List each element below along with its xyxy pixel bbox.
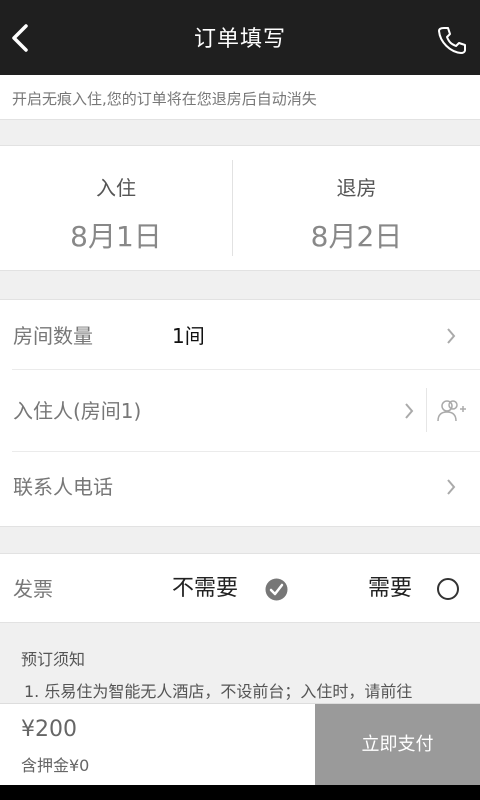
order-form-list: 房间数量 1间 入住人(房间1) 联系人电话 [0,299,480,527]
chevron-right-icon [446,475,460,499]
guest-divider [426,388,427,432]
checkin-date-selector[interactable]: 入住 8月1日 [0,146,232,270]
radio-unchecked-icon[interactable] [437,578,459,600]
booking-notice: 预订须知 1. 乐易住为智能无人酒店，不设前台；入住时，请前往 [0,623,480,703]
invoice-row: 发票 不需要 需要 [0,553,480,623]
invoice-option-no[interactable]: 不需要 [172,554,238,624]
bottom-edge [0,785,480,800]
contact-phone-label: 联系人电话 [13,475,113,499]
add-guest-button[interactable] [434,394,470,428]
invoice-option-yes[interactable]: 需要 [368,554,412,624]
booking-notice-title: 预订须知 [21,650,86,669]
deposit-amount: 含押金¥0 [21,756,90,775]
checkout-date-selector[interactable]: 退房 8月2日 [233,146,480,270]
room-count-row[interactable]: 房间数量 1间 [0,300,480,376]
page-title: 订单填写 [193,27,286,52]
chevron-right-icon [446,324,460,348]
chevron-right-icon [404,399,418,423]
phone-icon [438,27,466,54]
header-bar: 订单填写 [0,0,480,75]
invoice-label: 发票 [13,577,53,601]
pay-now-button[interactable]: 立即支付 [315,704,480,786]
row-divider [12,369,480,370]
add-guest-icon [437,400,466,422]
room-count-label: 房间数量 [13,324,93,348]
room-count-value: 1间 [172,324,205,348]
booking-notice-item: 1. 乐易住为智能无人酒店，不设前台；入住时，请前往 [24,682,413,701]
checkout-footer: ¥200 含押金¥0 立即支付 [0,703,480,786]
total-price: ¥200 [21,717,77,742]
date-panel: 入住 8月1日 退房 8月2日 [0,145,480,271]
contact-phone-row[interactable]: 联系人电话 [0,451,480,527]
call-button[interactable] [434,22,470,58]
checkout-date: 8月2日 [310,220,403,253]
check-circle-icon[interactable] [265,578,288,601]
incognito-notice: 开启无痕入住,您的订单将在您退房后自动消失 [0,75,480,120]
guest-row[interactable]: 入住人(房间1) [0,375,480,451]
checkout-label: 退房 [336,176,377,200]
guest-label: 入住人(房间1) [13,399,142,423]
checkin-label: 入住 [96,176,136,200]
checkin-date: 8月1日 [70,220,162,253]
